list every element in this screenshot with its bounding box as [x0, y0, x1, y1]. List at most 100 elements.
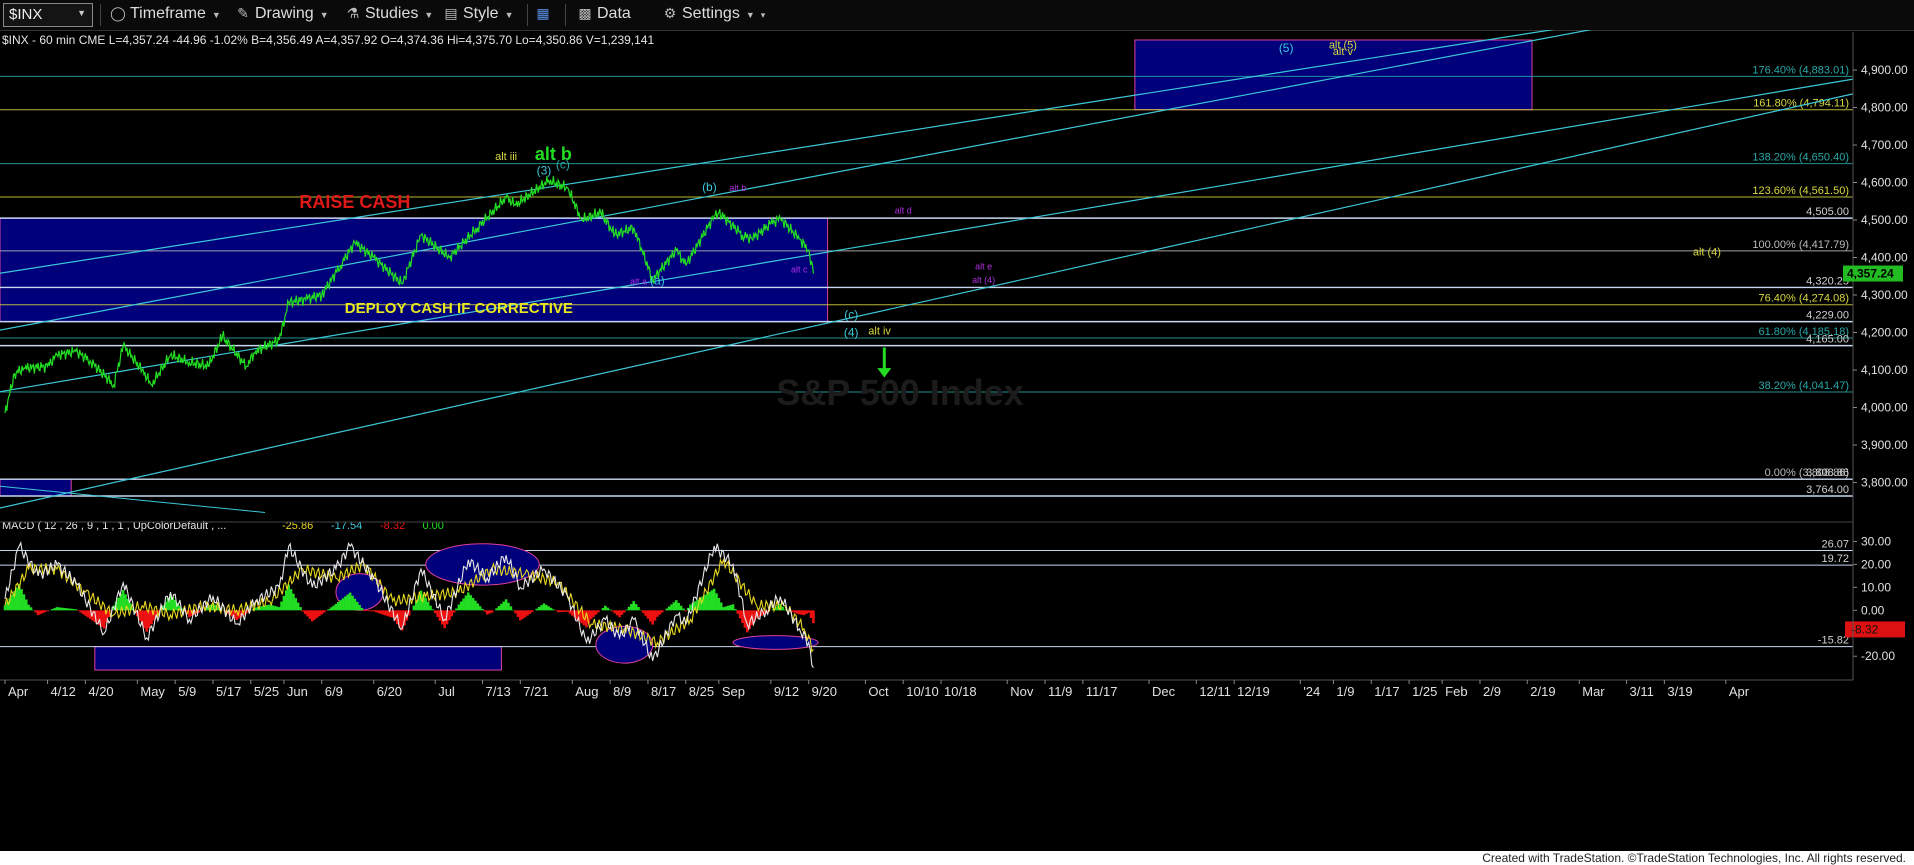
- macd-histogram-bar: [618, 610, 621, 618]
- macd-histogram-bar: [476, 603, 480, 611]
- chart-area[interactable]: 176.40% (4,883.01) 161.80% (4,794.11) 138.…: [0, 30, 1914, 851]
- macd-histogram-bar: [729, 605, 732, 611]
- macd-histogram-bar: [60, 607, 64, 611]
- macd-histogram-bar: [672, 602, 676, 611]
- macd-histogram-bar: [781, 606, 784, 611]
- macd-histogram-bar: [3, 605, 7, 611]
- wave-label: (5): [1279, 41, 1294, 55]
- macd-histogram-bar: [145, 610, 149, 632]
- time-tick-label: Nov: [1010, 684, 1034, 699]
- macd-current-label: -8.32: [1851, 622, 1879, 636]
- layout-button[interactable]: ▦: [535, 5, 555, 25]
- flask-icon: ⚗: [346, 5, 360, 21]
- dropdown-arrow-icon: ▼: [504, 10, 514, 20]
- macd-histogram-bar: [289, 589, 293, 611]
- price-tick-label: 4,500.00: [1861, 213, 1908, 227]
- macd-histogram-bar: [615, 610, 619, 616]
- symbol-selector[interactable]: $INX ▼: [3, 3, 93, 27]
- macd-histogram-bar: [336, 602, 340, 611]
- macd-histogram-bar: [294, 598, 298, 611]
- macd-histogram-bar: [514, 610, 517, 614]
- macd-histogram-bar: [69, 608, 73, 611]
- time-tick-label: 3/19: [1667, 684, 1692, 699]
- macd-histogram-bar: [327, 609, 331, 611]
- macd-histogram-bar: [310, 610, 314, 622]
- time-tick-label: May: [140, 684, 165, 699]
- time-tick-label: 12/11: [1199, 684, 1231, 699]
- wave-label: (c): [556, 158, 570, 172]
- fib-level-label: 123.60% (4,561.50): [1752, 185, 1849, 197]
- macd-histogram-bar: [675, 600, 678, 611]
- toolbar-divider: [565, 4, 566, 26]
- footer: Created with TradeStation. ©TradeStation…: [0, 851, 1914, 865]
- wave-label: alt (4): [1693, 247, 1721, 259]
- macd-histogram-bar: [367, 610, 371, 612]
- macd-histogram-bar: [658, 610, 662, 615]
- fib-level-label: 176.40% (4,883.01): [1752, 64, 1849, 76]
- macd-histogram-bar: [708, 591, 711, 611]
- macd-zone-box: [94, 646, 502, 671]
- time-tick-label: 10/18: [944, 684, 977, 699]
- fib-level-label: 100.00% (4,417.79): [1752, 239, 1849, 251]
- wave-label: alt b: [729, 183, 746, 193]
- macd-histogram-bar: [516, 610, 520, 617]
- macd-histogram-bar: [734, 609, 737, 611]
- style-icon: ▤: [444, 5, 458, 21]
- price-tick-label: 4,900.00: [1861, 63, 1908, 77]
- drawing-menu[interactable]: ✎ Drawing ▼: [235, 5, 328, 25]
- wave-label: alt iv: [868, 325, 891, 337]
- macd-histogram-bar: [670, 604, 673, 611]
- time-tick-label: 8/17: [651, 684, 676, 699]
- last-price-label: 4,357.24: [1847, 267, 1894, 281]
- fib-level-label: 161.80% (4,794.11): [1753, 98, 1849, 110]
- macd-histogram-bar: [660, 610, 664, 613]
- macd-histogram-bar: [594, 610, 598, 615]
- macd-histogram-bar: [646, 610, 650, 619]
- macd-histogram-bar: [381, 610, 385, 615]
- time-tick-label: Sep: [722, 684, 745, 699]
- settings-menu[interactable]: ⚙ Settings ▼ ▾: [662, 5, 766, 25]
- level-label: 4,320.25: [1806, 275, 1849, 287]
- macd-histogram-bar: [431, 609, 435, 611]
- macd-histogram-bar: [488, 610, 491, 614]
- macd-histogram-bar: [346, 594, 350, 611]
- macd-histogram-bar: [46, 610, 49, 612]
- wave-label: (4): [844, 325, 859, 339]
- style-label: Style: [463, 5, 499, 22]
- macd-histogram-bar: [684, 610, 688, 612]
- macd-histogram-bar: [665, 608, 669, 611]
- macd-histogram-bar: [644, 610, 647, 616]
- time-tick-label: 5/17: [216, 684, 241, 699]
- macd-histogram-bar: [793, 610, 796, 613]
- macd-histogram-bar: [611, 610, 614, 612]
- macd-histogram-bar: [682, 608, 685, 611]
- style-menu[interactable]: ▤ Style ▼: [443, 5, 514, 25]
- dropdown-arrow-icon: ▼: [424, 10, 434, 20]
- macd-histogram-bar: [507, 602, 510, 611]
- data-menu[interactable]: ▩ Data: [577, 5, 630, 25]
- price-tick-label: 4,700.00: [1861, 138, 1908, 152]
- macd-level-label: -15.82: [1818, 635, 1849, 647]
- price-tick-label: 4,400.00: [1861, 251, 1908, 265]
- macd-histogram-bar: [632, 601, 636, 611]
- macd-histogram-bar: [266, 605, 269, 611]
- gear-icon: ⚙: [663, 5, 677, 21]
- macd-histogram-bar: [143, 610, 146, 629]
- bar-chart-icon: ▩: [578, 5, 592, 21]
- studies-menu[interactable]: ⚗ Studies ▼: [345, 5, 434, 25]
- macd-histogram-bar: [76, 610, 80, 611]
- macd-histogram-bar: [301, 610, 305, 612]
- time-tick-label: 7/13: [485, 684, 510, 699]
- macd-histogram-bar: [653, 610, 657, 621]
- macd-histogram-bar: [20, 589, 23, 611]
- macd-histogram-bar: [736, 610, 740, 614]
- macd-histogram-bar: [592, 610, 595, 617]
- macd-histogram-bar: [641, 610, 645, 613]
- macd-histogram-bar: [466, 592, 470, 611]
- macd-histogram-bar: [731, 604, 735, 611]
- timeframe-menu[interactable]: ◯ Timeframe ▼: [110, 5, 221, 25]
- level-label: 4,229.00: [1806, 310, 1849, 322]
- macd-histogram-bar: [485, 610, 489, 615]
- macd-histogram-bar: [296, 602, 300, 611]
- wave-label: DEPLOY CASH IF CORRECTIVE: [345, 300, 573, 317]
